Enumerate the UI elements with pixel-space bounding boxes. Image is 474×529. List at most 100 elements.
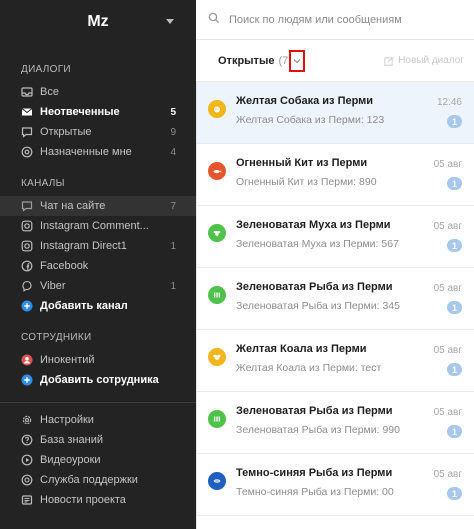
fish-icon xyxy=(208,472,226,490)
conversation-preview: Зеленоватая Рыба из Перми: 990 xyxy=(236,424,400,436)
add-staff-label: Добавить сотрудника xyxy=(40,374,159,386)
plus-circle-icon xyxy=(21,300,33,312)
add-staff-button[interactable]: Добавить сотрудника xyxy=(0,370,196,390)
sidebar-item-label: База знаний xyxy=(40,434,104,446)
sidebar-item-label: Служба поддержки xyxy=(40,474,138,486)
unread-badge: 1 xyxy=(447,363,462,376)
koala-icon xyxy=(208,348,226,366)
conversation-preview: Желтая Коала из Перми: тест xyxy=(236,362,382,374)
conversation-list: Желтая Собака из Перми Желтая Собака из … xyxy=(196,82,474,529)
user-avatar-icon xyxy=(21,354,33,366)
sidebar-item-assigned[interactable]: Назначенные мне 4 xyxy=(0,142,196,162)
whale-icon xyxy=(208,162,226,180)
sidebar-item-count: 4 xyxy=(170,146,176,158)
sidebar-item-count: 7 xyxy=(170,200,176,212)
inbox-icon xyxy=(21,86,33,98)
sidebar-item-viber[interactable]: Viber 1 xyxy=(0,276,196,296)
sidebar-item-instagram-direct[interactable]: Instagram Direct1 1 xyxy=(0,236,196,256)
search-bar xyxy=(196,0,474,40)
help-icon xyxy=(21,434,33,446)
conversation-time: 05 авг xyxy=(433,221,462,232)
conversation-time: 05 авг xyxy=(433,469,462,480)
sidebar-item-support[interactable]: Служба поддержки xyxy=(0,470,196,490)
conversation-item[interactable]: Огненный Кит из Перми Огненный Кит из Пе… xyxy=(197,144,474,206)
filter-dropdown-button[interactable] xyxy=(289,49,306,72)
sidebar-item-count: 1 xyxy=(170,280,176,292)
unread-badge: 1 xyxy=(447,239,462,252)
play-icon xyxy=(21,454,33,466)
add-channel-label: Добавить канал xyxy=(40,300,128,312)
sidebar-item-label: Все xyxy=(40,86,59,98)
workspace-switcher[interactable]: Mz xyxy=(0,0,196,44)
chevron-down-icon xyxy=(166,19,174,24)
sidebar-item-all[interactable]: Все xyxy=(0,82,196,102)
new-dialog-label: Новый диалог xyxy=(398,55,464,66)
support-icon xyxy=(21,474,33,486)
conversation-time: 05 авг xyxy=(433,159,462,170)
conversation-time: 05 авг xyxy=(433,345,462,356)
sidebar-item-label: Instagram Direct1 xyxy=(40,240,127,252)
sidebar-item-video-lessons[interactable]: Видеоуроки xyxy=(0,450,196,470)
sidebar-item-unanswered[interactable]: Неотвеченные 5 xyxy=(0,102,196,122)
instagram-icon xyxy=(21,240,33,252)
facebook-icon xyxy=(21,260,33,272)
sidebar-item-facebook[interactable]: Facebook xyxy=(0,256,196,276)
conversation-preview: Зеленоватая Рыба из Перми: 345 xyxy=(236,300,400,312)
gear-icon xyxy=(21,414,33,426)
unread-badge: 1 xyxy=(447,177,462,190)
sidebar-item-open[interactable]: Открытые 9 xyxy=(0,122,196,142)
chat-bubble-icon xyxy=(21,200,33,212)
channels-section-title: КАНАЛЫ xyxy=(21,178,65,189)
sidebar-item-label: Новости проекта xyxy=(40,494,126,506)
chat-bubble-icon xyxy=(21,126,33,138)
filter-count: (7 xyxy=(278,54,289,67)
conversation-time: 05 авг xyxy=(433,407,462,418)
at-sign-icon xyxy=(21,146,33,158)
conversation-preview: Желтая Собака из Перми: 123 xyxy=(236,114,385,126)
conversation-item[interactable]: Желтая Собака из Перми Желтая Собака из … xyxy=(197,82,474,144)
sidebar-item-knowledge-base[interactable]: База знаний xyxy=(0,430,196,450)
unread-badge: 1 xyxy=(447,301,462,314)
sidebar-item-news[interactable]: Новости проекта xyxy=(0,490,196,510)
conversation-name: Огненный Кит из Перми xyxy=(236,157,368,169)
sidebar-item-settings[interactable]: Настройки xyxy=(0,410,196,430)
sidebar-item-count: 1 xyxy=(170,240,176,252)
fish-icon xyxy=(208,410,226,428)
sidebar-item-label: Инокентий xyxy=(40,354,95,366)
sidebar-item-instagram-comments[interactable]: Instagram Comment... xyxy=(0,216,196,236)
add-channel-button[interactable]: Добавить канал xyxy=(0,296,196,316)
sidebar-item-label: Чат на сайте xyxy=(40,200,106,212)
sidebar-item-site-chat[interactable]: Чат на сайте 7 xyxy=(0,196,196,216)
conversation-item[interactable]: Зеленоватая Муха из Перми Зеленоватая Му… xyxy=(197,206,474,268)
staff-section-title: СОТРУДНИКИ xyxy=(21,332,92,343)
conversation-item[interactable]: Желтая Коала из Перми Желтая Коала из Пе… xyxy=(197,330,474,392)
sidebar-item-label: Открытые xyxy=(40,126,92,138)
conversation-name: Темно-синяя Рыба из Перми xyxy=(236,467,393,479)
sidebar-item-label: Назначенные мне xyxy=(40,146,132,158)
viber-icon xyxy=(21,280,33,292)
conversation-name: Желтая Коала из Перми xyxy=(236,343,367,355)
chevron-down-icon xyxy=(293,58,301,63)
search-input[interactable] xyxy=(229,13,449,26)
dialogs-section-title: ДИАЛОГИ xyxy=(21,64,71,75)
conversation-item[interactable]: Темно-синяя Рыба из Перми Темно-синяя Ры… xyxy=(197,454,474,516)
new-dialog-button[interactable]: Новый диалог xyxy=(384,55,464,66)
conversation-preview: Огненный Кит из Перми: 890 xyxy=(236,176,377,188)
conversation-time: 12:46 xyxy=(436,97,462,108)
sidebar-item-label: Facebook xyxy=(40,260,89,272)
instagram-icon xyxy=(21,220,33,232)
conversation-item[interactable]: Зеленоватая Рыба из Перми Зеленоватая Ры… xyxy=(197,392,474,454)
conversation-name: Желтая Собака из Перми xyxy=(236,95,374,107)
conversation-name: Зеленоватая Рыба из Перми xyxy=(236,281,393,293)
compose-icon xyxy=(384,56,394,66)
sidebar-item-count: 9 xyxy=(170,126,176,138)
conversation-item[interactable]: Зеленоватая Рыба из Перми Зеленоватая Ры… xyxy=(197,268,474,330)
sidebar-item-staff-member[interactable]: Инокентий xyxy=(0,350,196,370)
sidebar: Mz ДИАЛОГИ Все Неотвеченные 5 Открытые 9… xyxy=(0,0,196,529)
unread-badge: 1 xyxy=(447,115,462,128)
unread-badge: 1 xyxy=(447,487,462,500)
filter-label[interactable]: Открытые xyxy=(218,55,274,67)
unread-badge: 1 xyxy=(447,425,462,438)
sidebar-item-label: Настройки xyxy=(40,414,94,426)
sidebar-item-count: 5 xyxy=(170,106,176,118)
